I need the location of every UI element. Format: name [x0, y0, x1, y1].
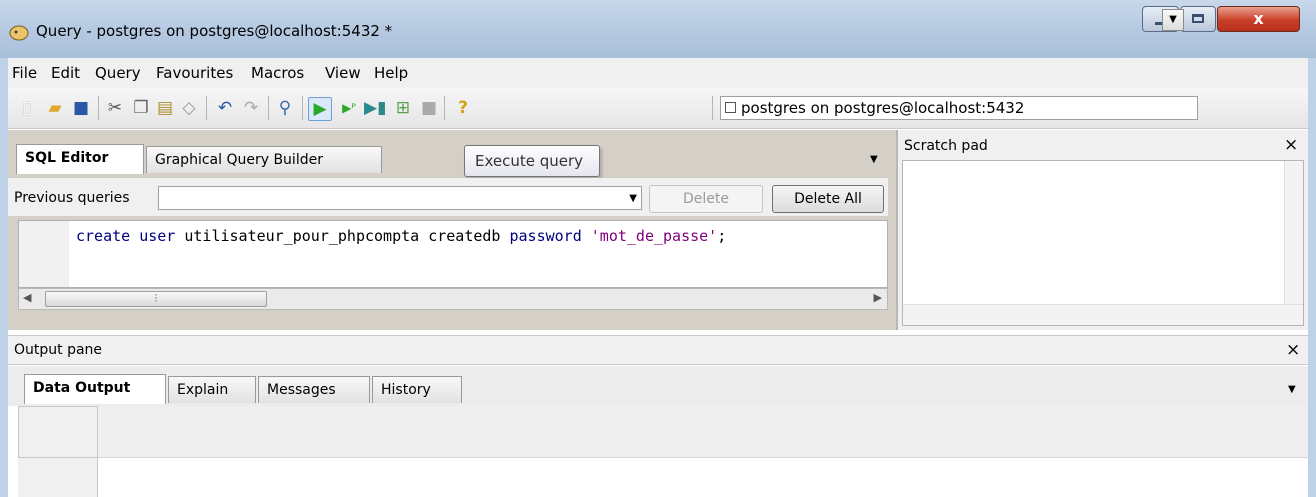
sql-string: 'mot_de_passe'	[590, 227, 718, 245]
execute-to-file-icon[interactable]: ▶▮	[364, 97, 386, 119]
toolbar: ▯ ▰ ■ ✂ ❐ ▤ ◇ ↶ ↷ ⚲ ▶ ▶ᴾ ▶▮ ⊞ ■ ? postgr…	[8, 88, 1308, 129]
toolbar-separator	[268, 96, 269, 120]
editor-horizontal-scrollbar[interactable]: ◀ ⫶ ▶	[18, 288, 888, 310]
tab-graphical-query-builder[interactable]: Graphical Query Builder	[146, 146, 382, 173]
window-title: Query - postgres on postgres@localhost:5…	[36, 22, 393, 40]
save-icon[interactable]: ■	[70, 97, 92, 119]
maximize-button[interactable]	[1180, 6, 1216, 32]
pgadmin-elephant-icon	[9, 25, 29, 41]
copy-icon[interactable]: ❐	[130, 97, 152, 119]
menu-macros[interactable]: Macros	[251, 64, 304, 82]
execute-pgscript-icon[interactable]: ▶ᴾ	[338, 97, 360, 119]
menu-bar: File Edit Query Favourites Macros View H…	[8, 58, 1308, 89]
output-pane-title: Output pane	[14, 342, 103, 358]
sql-code-line: create user utilisateur_pour_phpcompta c…	[76, 227, 726, 245]
delete-button[interactable]: Delete	[649, 185, 763, 213]
line-number-gutter	[19, 221, 69, 287]
tab-sql-editor[interactable]: SQL Editor	[16, 144, 144, 174]
close-icon[interactable]: ×	[1284, 135, 1298, 155]
menu-query[interactable]: Query	[95, 64, 141, 82]
scratch-pad-textarea[interactable]	[902, 160, 1304, 326]
scratch-horizontal-scrollbar[interactable]	[903, 304, 1303, 325]
connection-dropdown-button[interactable]: ▼	[1162, 9, 1184, 31]
cancel-icon[interactable]: ■	[418, 97, 440, 119]
scratch-vertical-scrollbar[interactable]	[1284, 161, 1303, 305]
previous-queries-label: Previous queries	[14, 190, 130, 206]
tab-history[interactable]: History	[372, 376, 462, 403]
output-tabs: Data Output Explain Messages History ▼	[8, 366, 1308, 406]
close-window-button[interactable]: x	[1217, 6, 1300, 32]
tabs-menu-arrow-icon[interactable]: ▼	[870, 154, 878, 165]
sql-keyword: user	[139, 227, 176, 245]
undo-icon[interactable]: ↶	[214, 97, 236, 119]
close-icon[interactable]: ×	[1286, 340, 1300, 360]
new-icon[interactable]: ▯	[16, 97, 38, 119]
tab-explain[interactable]: Explain	[168, 376, 256, 403]
grid-column-header	[98, 406, 1308, 458]
find-icon[interactable]: ⚲	[274, 97, 296, 119]
sql-keyword: create	[76, 227, 131, 245]
sql-editor-textarea[interactable]: create user utilisateur_pour_phpcompta c…	[18, 220, 888, 288]
scroll-right-icon[interactable]: ▶	[874, 291, 882, 304]
cut-icon[interactable]: ✂	[104, 97, 126, 119]
menu-edit[interactable]: Edit	[51, 64, 80, 82]
open-icon[interactable]: ▰	[44, 97, 66, 119]
menu-view[interactable]: View	[325, 64, 361, 82]
menu-help[interactable]: Help	[374, 64, 408, 82]
data-output-grid[interactable]	[18, 406, 1308, 497]
sql-identifier: createdb	[428, 227, 501, 245]
execute-icon[interactable]: ▶	[308, 97, 332, 121]
toolbar-separator	[302, 96, 303, 120]
output-pane-header: Output pane ×	[8, 335, 1308, 365]
scratch-pad-pane: Scratch pad ×	[898, 130, 1308, 330]
clear-icon[interactable]: ◇	[178, 97, 200, 119]
previous-queries-select[interactable]: ▼	[158, 186, 642, 210]
previous-queries-row: Previous queries ▼ Delete Delete All	[8, 178, 888, 216]
sql-terminator: ;	[717, 227, 727, 245]
redo-icon[interactable]: ↷	[240, 97, 262, 119]
connection-label: postgres on postgres@localhost:5432	[741, 99, 1025, 117]
menu-file[interactable]: File	[12, 64, 37, 82]
grid-row-header	[18, 458, 98, 497]
toolbar-separator	[444, 96, 445, 120]
scrollbar-thumb[interactable]: ⫶	[45, 291, 267, 307]
paste-icon[interactable]: ▤	[154, 97, 176, 119]
window-frame-right	[1308, 58, 1316, 497]
window-frame-left	[0, 58, 8, 497]
tabs-menu-arrow-icon[interactable]: ▼	[1288, 384, 1296, 395]
toolbar-separator	[98, 96, 99, 120]
scratch-pad-title: Scratch pad	[904, 138, 988, 154]
scroll-left-icon[interactable]: ◀	[23, 291, 31, 304]
toolbar-separator	[712, 96, 713, 120]
delete-all-button[interactable]: Delete All	[772, 185, 884, 213]
menu-favourites[interactable]: Favourites	[156, 64, 233, 82]
sql-identifier: utilisateur_pour_phpcompta	[184, 227, 420, 245]
connection-select[interactable]: postgres on postgres@localhost:5432	[720, 96, 1198, 120]
tab-data-output[interactable]: Data Output	[24, 374, 166, 404]
explain-icon[interactable]: ⊞	[392, 97, 414, 119]
sql-keyword: password	[509, 227, 582, 245]
connection-checkbox-icon	[725, 102, 736, 113]
editor-tabs: SQL Editor Graphical Query Builder ▼	[8, 142, 888, 178]
execute-query-tooltip: Execute query	[464, 145, 600, 177]
toolbar-separator	[206, 96, 207, 120]
grid-corner-cell[interactable]	[18, 406, 98, 458]
tab-messages[interactable]: Messages	[258, 376, 370, 403]
help-icon[interactable]: ?	[452, 97, 474, 119]
chevron-down-icon: ▼	[629, 193, 637, 204]
